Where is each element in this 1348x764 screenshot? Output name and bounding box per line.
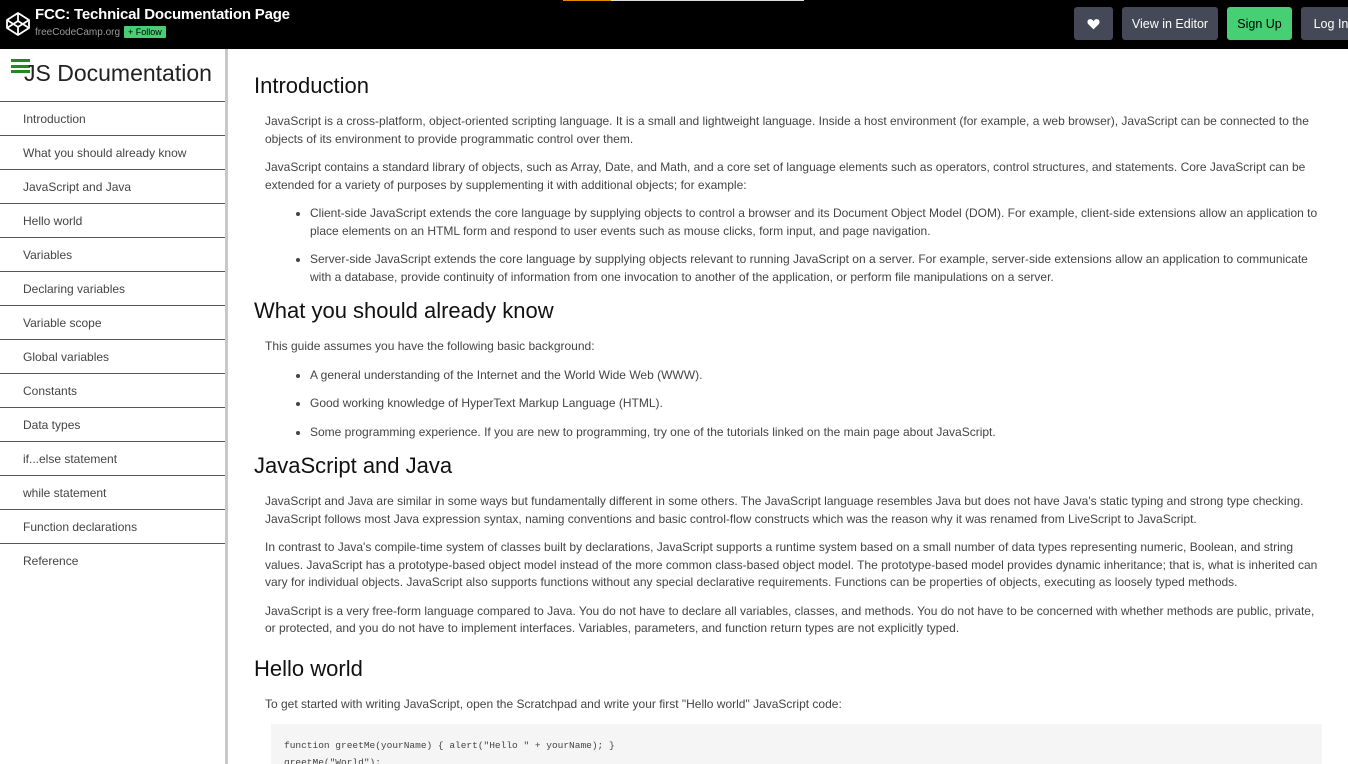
codepen-logo-icon[interactable] [5, 11, 31, 37]
list-item: Good working knowledge of HyperText Mark… [310, 395, 1328, 413]
section-what-you-should-already-know: What you should already know This guide … [228, 298, 1348, 441]
paragraph: In contrast to Java's compile-time syste… [265, 540, 1318, 589]
section-javascript-and-java: JavaScript and Java JavaScript and Java … [228, 453, 1348, 638]
main-doc: Introduction JavaScript is a cross-platf… [228, 49, 1348, 764]
section-hello-world: Hello world To get started with writing … [228, 656, 1348, 764]
pen-title[interactable]: FCC: Technical Documentation Page [35, 6, 290, 23]
bullet-list: A general understanding of the Internet … [310, 367, 1328, 442]
bullet-list: Client-side JavaScript extends the core … [310, 205, 1328, 286]
view-in-editor-button[interactable]: View in Editor [1122, 7, 1218, 40]
code-line: greetMe("World"); [284, 757, 381, 764]
nav-link-data-types[interactable]: Data types [0, 407, 225, 441]
list-item: A general understanding of the Internet … [310, 367, 1328, 385]
paragraph: This guide assumes you have the followin… [265, 339, 595, 353]
codepen-header: FCC: Technical Documentation Page freeCo… [0, 0, 1348, 49]
list-item: Some programming experience. If you are … [310, 424, 1328, 442]
code-block: function greetMe(yourName) { alert("Hell… [271, 724, 1322, 764]
code-line: function greetMe(yourName) { alert("Hell… [284, 740, 615, 751]
paragraph: To get started with writing JavaScript, … [265, 696, 842, 711]
list-item: Client-side JavaScript extends the core … [310, 205, 1328, 240]
section-heading: Introduction [254, 73, 369, 98]
pen-owner[interactable]: freeCodeCamp.org [35, 27, 120, 38]
nav-link-declaring-variables[interactable]: Declaring variables [0, 271, 225, 305]
follow-button[interactable]: + Follow [124, 26, 166, 38]
nav-link-function-declarations[interactable]: Function declarations [0, 509, 225, 543]
nav-link-what-you-should-already-know[interactable]: What you should already know [0, 135, 225, 169]
sign-up-button[interactable]: Sign Up [1227, 7, 1292, 40]
section-heading: Hello world [254, 655, 363, 681]
nav-link-variable-scope[interactable]: Variable scope [0, 305, 225, 339]
list-item: Server-side JavaScript extends the core … [310, 251, 1328, 286]
loading-progress [563, 0, 804, 1]
paragraph: JavaScript is a cross-platform, object-o… [265, 114, 1309, 146]
nav-title: JS Documentation [24, 60, 212, 86]
nav-link-variables[interactable]: Variables [0, 237, 225, 271]
nav-link-global-variables[interactable]: Global variables [0, 339, 225, 373]
paragraph: JavaScript is a very free-form language … [265, 603, 1315, 636]
nav-link-if-else-statement[interactable]: if...else statement [0, 441, 225, 475]
section-introduction: Introduction JavaScript is a cross-platf… [228, 73, 1348, 286]
paragraph: JavaScript and Java are similar in some … [265, 494, 1304, 526]
nav-link-constants[interactable]: Constants [0, 373, 225, 407]
nav-link-hello-world[interactable]: Hello world [0, 203, 225, 237]
log-in-button[interactable]: Log In [1301, 7, 1348, 40]
heart-icon [1087, 18, 1100, 29]
nav-link-while-statement[interactable]: while statement [0, 475, 225, 509]
nav-link-javascript-and-java[interactable]: JavaScript and Java [0, 169, 225, 203]
like-button[interactable] [1074, 7, 1113, 40]
section-heading: What you should already know [254, 298, 554, 323]
nav-list: Introduction What you should already kno… [0, 101, 225, 577]
paragraph: JavaScript contains a standard library o… [265, 160, 1306, 192]
nav-link-reference[interactable]: Reference [0, 543, 225, 577]
section-heading: JavaScript and Java [254, 453, 453, 478]
nav-link-introduction[interactable]: Introduction [0, 101, 225, 135]
navbar: JS Documentation Introduction What you s… [0, 49, 228, 764]
